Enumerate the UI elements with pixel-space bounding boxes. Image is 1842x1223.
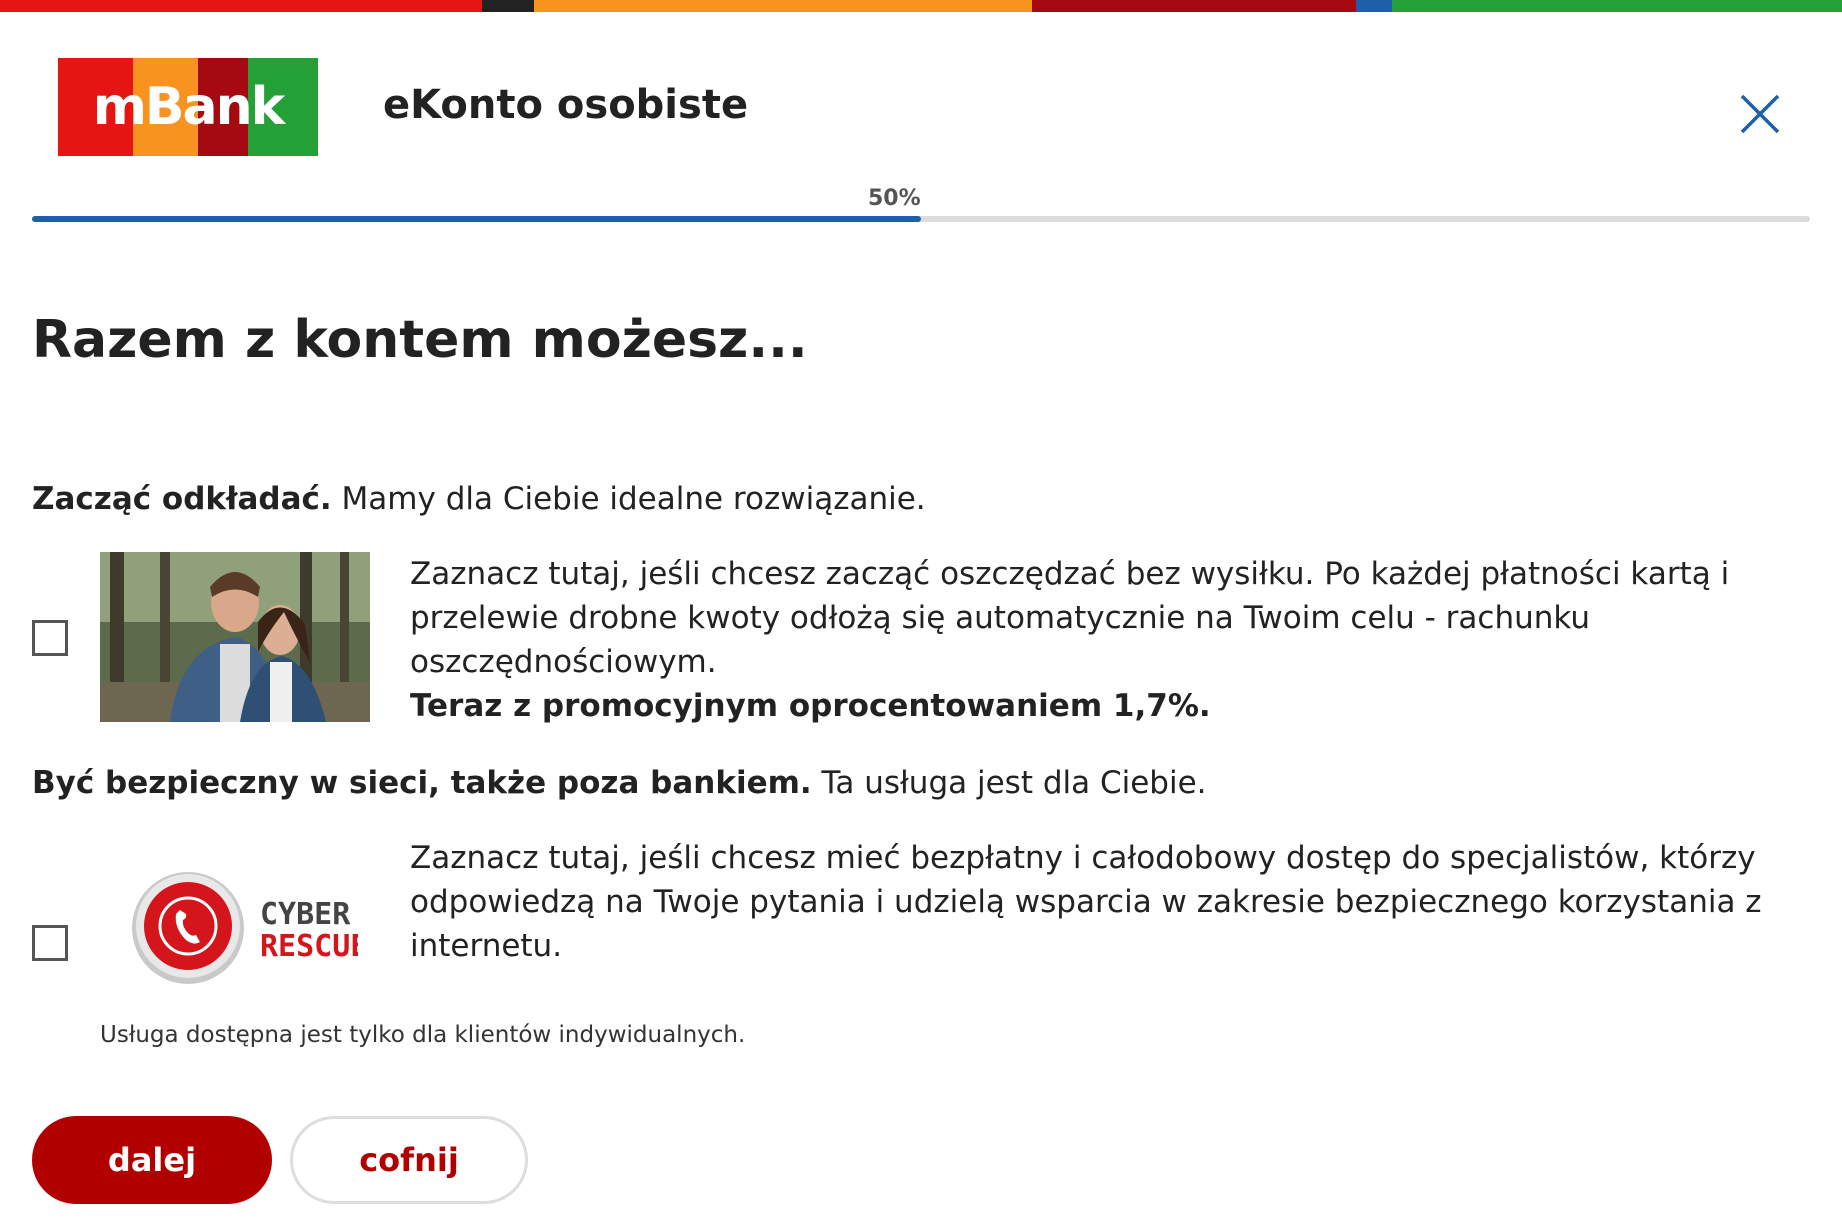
product-title: eKonto osobiste [383,82,749,128]
progress-label: 50% [868,186,921,211]
logo-text: mBank [92,77,286,137]
header: mBank eKonto osobiste [0,12,1842,182]
availability-note: Usługa dostępna jest tylko dla klientów … [100,1022,746,1048]
page-title: Razem z kontem możesz... [32,310,808,370]
section-heading-bold: Zacząć odkładać. [32,481,332,517]
next-button[interactable]: dalej [32,1116,272,1204]
section-heading-rest: Ta usługa jest dla Ciebie. [811,765,1207,801]
savings-checkbox[interactable] [32,620,68,656]
savings-description: Zaznacz tutaj, jeśli chcesz zacząć oszcz… [410,552,1810,728]
brand-color-stripe [0,0,1842,12]
section-heading-rest: Mamy dla Ciebie idealne rozwiązanie. [331,481,926,517]
couple-photo [100,552,370,722]
savings-promo-text: Teraz z promocyjnym oprocentowaniem 1,7%… [410,688,1211,724]
section-heading-bold: Być bezpieczny w sieci, także poza banki… [32,765,812,801]
cyber-text: CYBER [260,897,351,932]
mbank-logo: mBank [58,58,318,156]
back-button[interactable]: cofnij [290,1116,528,1204]
rescue-text: RESCUE [260,929,358,964]
section-heading-savings: Zacząć odkładać. Mamy dla Ciebie idealne… [32,481,926,517]
section-heading-cyber: Być bezpieczny w sieci, także poza banki… [32,765,1207,801]
cyber-rescue-description: Zaznacz tutaj, jeśli chcesz mieć bezpłat… [410,840,1762,964]
savings-description-text: Zaznacz tutaj, jeśli chcesz zacząć oszcz… [410,556,1730,680]
progress-bar [32,216,1810,222]
cyber-rescue-logo: CYBER RESCUE [132,872,358,984]
close-icon[interactable] [1738,92,1782,136]
cyber-rescue-checkbox[interactable] [32,925,68,961]
progress-fill [32,216,921,222]
